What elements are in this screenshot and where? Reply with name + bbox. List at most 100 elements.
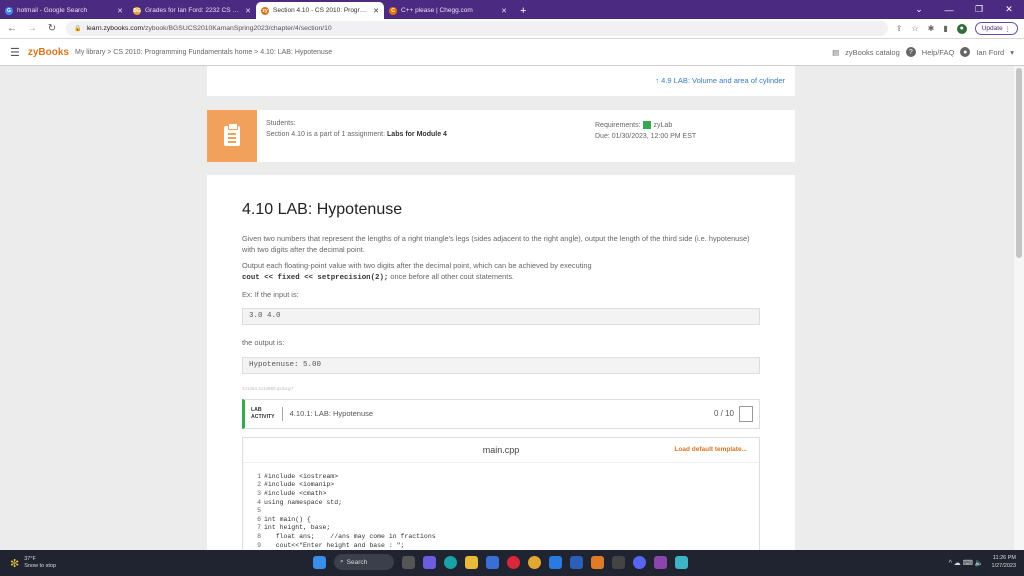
minimize-button[interactable]: — — [934, 0, 964, 19]
instructions-paragraph: Given two numbers that represent the len… — [242, 234, 750, 255]
setprecision-code: cout << fixed << setprecision(2); — [242, 274, 389, 283]
weather-icon: ✼ — [10, 557, 20, 570]
assignment-link[interactable]: Labs for Module 4 — [387, 131, 447, 138]
tab-close-icon[interactable]: ✕ — [245, 7, 251, 15]
tab-close-icon[interactable]: ✕ — [373, 7, 379, 15]
window-controls: ⌄ — ❐ ✕ — [904, 0, 1024, 19]
tab-favicon-icon: G — [5, 6, 13, 15]
code-text[interactable]: #include <cmath> — [264, 490, 326, 499]
profile-avatar-icon[interactable]: ● — [956, 23, 967, 34]
restore-button[interactable]: ❐ — [964, 0, 994, 19]
code-editor[interactable]: main.cpp Load default template... 1 #incl… — [242, 436, 760, 550]
tab-close-icon[interactable]: ✕ — [501, 7, 507, 15]
update-button[interactable]: Update ⋮ — [974, 22, 1018, 35]
extension-puzzle-icon[interactable]: ✱ — [928, 24, 935, 33]
completion-box — [739, 405, 753, 422]
new-tab-button[interactable]: + — [512, 2, 534, 19]
browser-tab-1[interactable]: Ghotmail - Google Search ✕ — [0, 2, 128, 19]
prev-section-link[interactable]: ↑ 4.9 LAB: Volume and area of cylinder — [655, 76, 785, 85]
app-icon-blue[interactable] — [570, 555, 583, 569]
back-button[interactable]: ← — [6, 23, 18, 34]
search-icon: ⌕ — [340, 558, 344, 565]
lab-score: 0 / 10 — [713, 409, 734, 419]
share-icon[interactable]: ⇪ — [896, 24, 903, 33]
edge-icon[interactable] — [444, 555, 457, 569]
load-template-button[interactable]: Load default template... — [674, 446, 747, 453]
example-input: 3.0 4.0 — [242, 308, 760, 326]
catalog-link[interactable]: zyBooks catalog — [845, 48, 900, 57]
breadcrumb[interactable]: My library > CS 2010: Programming Fundam… — [75, 49, 832, 56]
code-lines[interactable]: 1 #include <iostream> 2 #include <iomanip> 3… — [243, 463, 759, 550]
browser-tab-4[interactable]: C C++ please | Chegg.com ✕ — [384, 2, 512, 19]
reload-button[interactable]: ↻ — [46, 23, 58, 34]
start-button[interactable] — [313, 555, 326, 569]
code-text[interactable]: using namespace std; — [264, 499, 342, 508]
prev-section-card: ↑ 4.9 LAB: Volume and area of cylinder — [207, 66, 795, 96]
help-link[interactable]: Help/FAQ — [922, 48, 955, 57]
url-bar[interactable]: 🔒 learn.zybooks.com/zybook/BGSUCS2010Kam… — [66, 21, 888, 36]
close-window-button[interactable]: ✕ — [994, 0, 1024, 19]
line-number: 8 — [257, 532, 261, 540]
tray-icons[interactable]: ^ ☁ ⌨ 🔈 — [949, 559, 984, 567]
chrome-icon[interactable] — [528, 555, 541, 569]
code-text[interactable]: cout<<"Enter height and base : "; — [264, 542, 405, 550]
code-text[interactable]: #include <iomanip> — [264, 481, 334, 490]
app-icon-check[interactable] — [549, 555, 562, 569]
vertical-scrollbar[interactable] — [1014, 66, 1024, 550]
sidebar-icon[interactable]: ▮ — [943, 24, 947, 33]
lock-icon: 🔒 — [74, 26, 82, 32]
chat-icon[interactable] — [423, 555, 436, 569]
store-icon[interactable] — [486, 555, 499, 569]
code-line[interactable]: 9 cout<<"Enter height and base : "; — [251, 542, 759, 550]
bookmark-star-icon[interactable]: ☆ — [911, 24, 918, 33]
line-number: 6 — [257, 515, 261, 523]
assignment-card: Students: Section 4.10 is a part of 1 as… — [207, 110, 795, 162]
tab-close-icon[interactable]: ✕ — [117, 7, 123, 15]
weather-widget[interactable]: ✼ 37°F Snow to stop — [0, 556, 200, 570]
menu-icon[interactable]: ☰ — [10, 46, 20, 59]
line-number: 3 — [257, 490, 261, 497]
code-text[interactable]: int height, base; — [264, 524, 330, 533]
taskview-icon[interactable] — [402, 555, 415, 569]
code-line[interactable]: 1 #include <iostream> — [251, 473, 759, 482]
opera-icon[interactable] — [507, 555, 520, 569]
user-menu[interactable]: Ian Ford — [976, 48, 1004, 57]
tab-label: Section 4.10 - CS 2010: Programm — [273, 7, 370, 14]
forward-button[interactable]: → — [26, 23, 38, 34]
students-label: Students: — [266, 120, 296, 127]
line-number: 7 — [257, 524, 261, 532]
output-label: the output is: — [242, 338, 285, 348]
code-line[interactable]: 5 — [251, 507, 759, 516]
line-number: 4 — [257, 498, 261, 506]
chevron-down-icon[interactable]: ▾ — [1010, 48, 1014, 57]
discord-icon[interactable] — [633, 555, 646, 569]
code-text[interactable]: int main() { — [264, 516, 311, 525]
format-paragraph: Output each floating-point value with tw… — [242, 260, 592, 283]
code-line[interactable]: 3 #include <cmath> — [251, 490, 759, 499]
zybooks-logo[interactable]: zyBooks — [28, 47, 69, 58]
browser-tab-2[interactable]: BG Grades for Ian Ford: 2232 CS 2010 ✕ — [128, 2, 256, 19]
assignment-text: Section 4.10 is a part of 1 assignment: — [266, 130, 386, 138]
code-text[interactable]: float ans; //ans may come in fractions — [264, 533, 436, 542]
app-icon-purple[interactable] — [654, 555, 667, 569]
taskbar-search[interactable]: ⌕ Search — [334, 554, 394, 570]
code-line[interactable]: 6 int main() { — [251, 516, 759, 525]
file-explorer-icon[interactable] — [465, 555, 478, 569]
help-icon: ? — [905, 47, 916, 57]
app-icon-orange[interactable] — [591, 555, 604, 569]
url-host: learn.zybooks.com — [86, 25, 144, 32]
catalog-icon: ▤ — [832, 47, 840, 57]
code-line[interactable]: 7 int height, base; — [251, 524, 759, 533]
app-icon-dark[interactable] — [612, 555, 625, 569]
code-line[interactable]: 4 using namespace std; — [251, 499, 759, 508]
tab-search-icon[interactable]: ⌄ — [904, 0, 934, 19]
code-line[interactable]: 2 #include <iomanip> — [251, 481, 759, 490]
code-text[interactable]: #include <iostream> — [264, 473, 338, 482]
windows-taskbar: ✼ 37°F Snow to stop ⌕ Search ^ ☁ ⌨ 🔈 11:26… — [0, 550, 1024, 576]
code-line[interactable]: 8 float ans; //ans may come in fractions — [251, 533, 759, 542]
clock[interactable]: 11:26 PM 1/27/2023 — [992, 555, 1016, 570]
browser-tab-3[interactable]: zy Section 4.10 - CS 2010: Programm ✕ — [256, 2, 384, 19]
extension-icons: ⇪ ☆ ✱ ▮ ● — [896, 23, 967, 34]
notes-icon[interactable] — [675, 555, 688, 569]
line-number: 2 — [257, 481, 261, 489]
